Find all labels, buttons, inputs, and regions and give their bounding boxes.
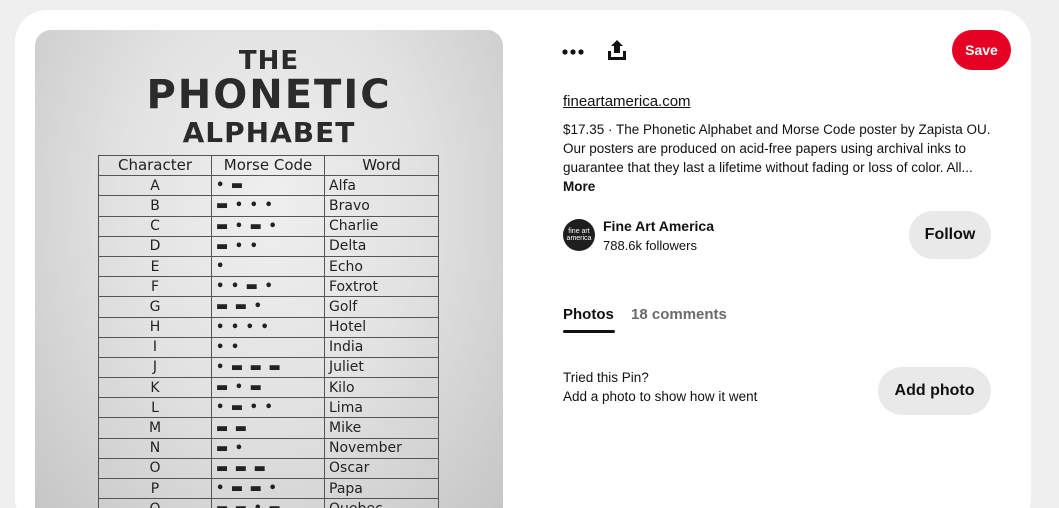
word-cell: Golf xyxy=(324,296,439,318)
morse-code-table: Character Morse Code Word A • ▬ Alfa B ▬ • •… xyxy=(98,154,439,508)
table-row: N ▬ • November xyxy=(98,437,439,459)
poster-title-line3: ALPHABET xyxy=(182,116,356,149)
tried-pin-title: Tried this Pin? xyxy=(563,370,649,385)
table-row: D ▬ • • Delta xyxy=(98,235,439,257)
morse-code-cell: • ▬ • • xyxy=(211,397,325,419)
table-row: P • ▬ ▬ • Papa xyxy=(98,477,439,500)
morse-code-cell: • ▬ xyxy=(211,175,325,197)
table-row: Q▬ ▬ • ▬Quebec xyxy=(98,498,439,508)
header-character: Character xyxy=(98,154,212,177)
morse-code-cell: • • ▬ • xyxy=(211,276,325,298)
tab-photos[interactable]: Photos xyxy=(563,306,614,323)
table-row: F • • ▬ • Foxtrot xyxy=(98,276,439,298)
character-cell: C xyxy=(98,215,212,237)
table-row: C ▬ • ▬ • Charlie xyxy=(98,215,439,237)
character-cell: J xyxy=(98,356,212,379)
character-cell: I xyxy=(98,336,212,358)
character-cell: D xyxy=(98,235,212,257)
morse-code-cell: ▬ • ▬ • xyxy=(211,215,325,237)
table-row: K ▬ • ▬ Kilo xyxy=(98,377,439,399)
table-row: E • Echo xyxy=(98,255,439,278)
table-row: I • • India xyxy=(98,336,439,358)
word-cell: Lima xyxy=(324,397,439,419)
character-cell: O xyxy=(98,457,212,480)
character-cell: A xyxy=(98,175,212,197)
character-cell: L xyxy=(98,397,212,419)
word-cell: Echo xyxy=(324,255,439,278)
word-cell: November xyxy=(324,437,439,459)
table-row: L • ▬ • • Lima xyxy=(98,397,439,419)
source-link[interactable]: fineartamerica.com xyxy=(563,93,691,110)
avatar[interactable]: fine art america xyxy=(563,219,595,251)
character-cell: F xyxy=(98,276,212,298)
table-row: B ▬ • • • Bravo xyxy=(98,195,439,217)
follow-button[interactable]: Follow xyxy=(909,211,991,259)
character-cell: B xyxy=(98,195,212,217)
table-row: M ▬ ▬ Mike xyxy=(98,417,439,439)
word-cell: Delta xyxy=(324,235,439,257)
word-cell: Hotel xyxy=(324,316,439,338)
morse-code-cell: ▬ • • xyxy=(211,235,325,257)
word-cell: Charlie xyxy=(324,215,439,237)
morse-code-cell: ▬ • • • xyxy=(211,195,325,217)
header-word: Word xyxy=(324,154,439,177)
pin-card: THE PHONETIC ALPHABET Character Morse Co… xyxy=(15,10,1031,508)
word-cell: Quebec xyxy=(324,498,439,508)
character-cell: H xyxy=(98,316,212,338)
morse-code-cell: ▬ ▬ ▬ xyxy=(211,457,325,480)
creator-name[interactable]: Fine Art America xyxy=(603,218,714,234)
morse-code-cell: ▬ ▬ xyxy=(211,417,325,439)
word-cell: Papa xyxy=(324,477,439,500)
morse-code-cell: ▬ ▬ • xyxy=(211,296,325,318)
word-cell: Oscar xyxy=(324,457,439,480)
character-cell: M xyxy=(98,417,212,439)
morse-code-cell: • ▬ ▬ • xyxy=(211,477,325,500)
character-cell: E xyxy=(98,255,212,278)
word-cell: Alfa xyxy=(324,175,439,197)
creator-followers: 788.6k followers xyxy=(603,238,697,253)
save-button[interactable]: Save xyxy=(952,30,1011,70)
word-cell: India xyxy=(324,336,439,358)
character-cell: N xyxy=(98,437,212,459)
active-tab-indicator xyxy=(563,330,615,333)
table-row: A • ▬ Alfa xyxy=(98,175,439,197)
table-row: H • • • • Hotel xyxy=(98,316,439,338)
poster-title-line2: PHONETIC xyxy=(146,72,392,118)
tab-comments[interactable]: 18 comments xyxy=(631,306,727,323)
avatar-text-line2: america xyxy=(566,235,592,242)
morse-code-cell: ▬ ▬ • ▬ xyxy=(211,498,325,508)
character-cell: P xyxy=(98,477,212,500)
table-row: O ▬ ▬ ▬ Oscar xyxy=(98,457,439,480)
morse-table-body: A • ▬ Alfa B ▬ • • • Bravo C ▬ • ▬ • Charlie D ▬ •… xyxy=(98,175,439,508)
morse-code-cell: • • xyxy=(211,336,325,358)
avatar-text-line1: fine art xyxy=(568,228,590,235)
header-morse-code: Morse Code xyxy=(211,154,325,177)
add-photo-button[interactable]: Add photo xyxy=(878,367,991,415)
pin-image[interactable]: THE PHONETIC ALPHABET Character Morse Co… xyxy=(35,30,503,508)
character-cell: G xyxy=(98,296,212,318)
ellipsis-icon[interactable] xyxy=(561,40,585,64)
morse-code-cell: ▬ • xyxy=(211,437,325,459)
table-header-row: Character Morse Code Word xyxy=(98,154,439,177)
more-link[interactable]: More xyxy=(563,179,595,194)
word-cell: Foxtrot xyxy=(324,276,439,298)
morse-code-cell: • xyxy=(211,255,325,278)
word-cell: Mike xyxy=(324,417,439,439)
pin-description: $17.35 · The Phonetic Alphabet and Morse… xyxy=(563,120,1003,196)
description-text: $17.35 · The Phonetic Alphabet and Morse… xyxy=(563,122,991,175)
word-cell: Kilo xyxy=(324,377,439,399)
word-cell: Juliet xyxy=(324,356,439,379)
share-upload-icon[interactable] xyxy=(605,38,629,62)
table-row: J • ▬ ▬ ▬ Juliet xyxy=(98,356,439,379)
character-cell: K xyxy=(98,377,212,399)
table-row: G ▬ ▬ • Golf xyxy=(98,296,439,318)
morse-code-cell: ▬ • ▬ xyxy=(211,377,325,399)
word-cell: Bravo xyxy=(324,195,439,217)
character-cell: Q xyxy=(98,498,212,508)
morse-code-cell: • • • • xyxy=(211,316,325,338)
morse-code-cell: • ▬ ▬ ▬ xyxy=(211,356,325,379)
tried-pin-subtitle: Add a photo to show how it went xyxy=(563,389,758,404)
